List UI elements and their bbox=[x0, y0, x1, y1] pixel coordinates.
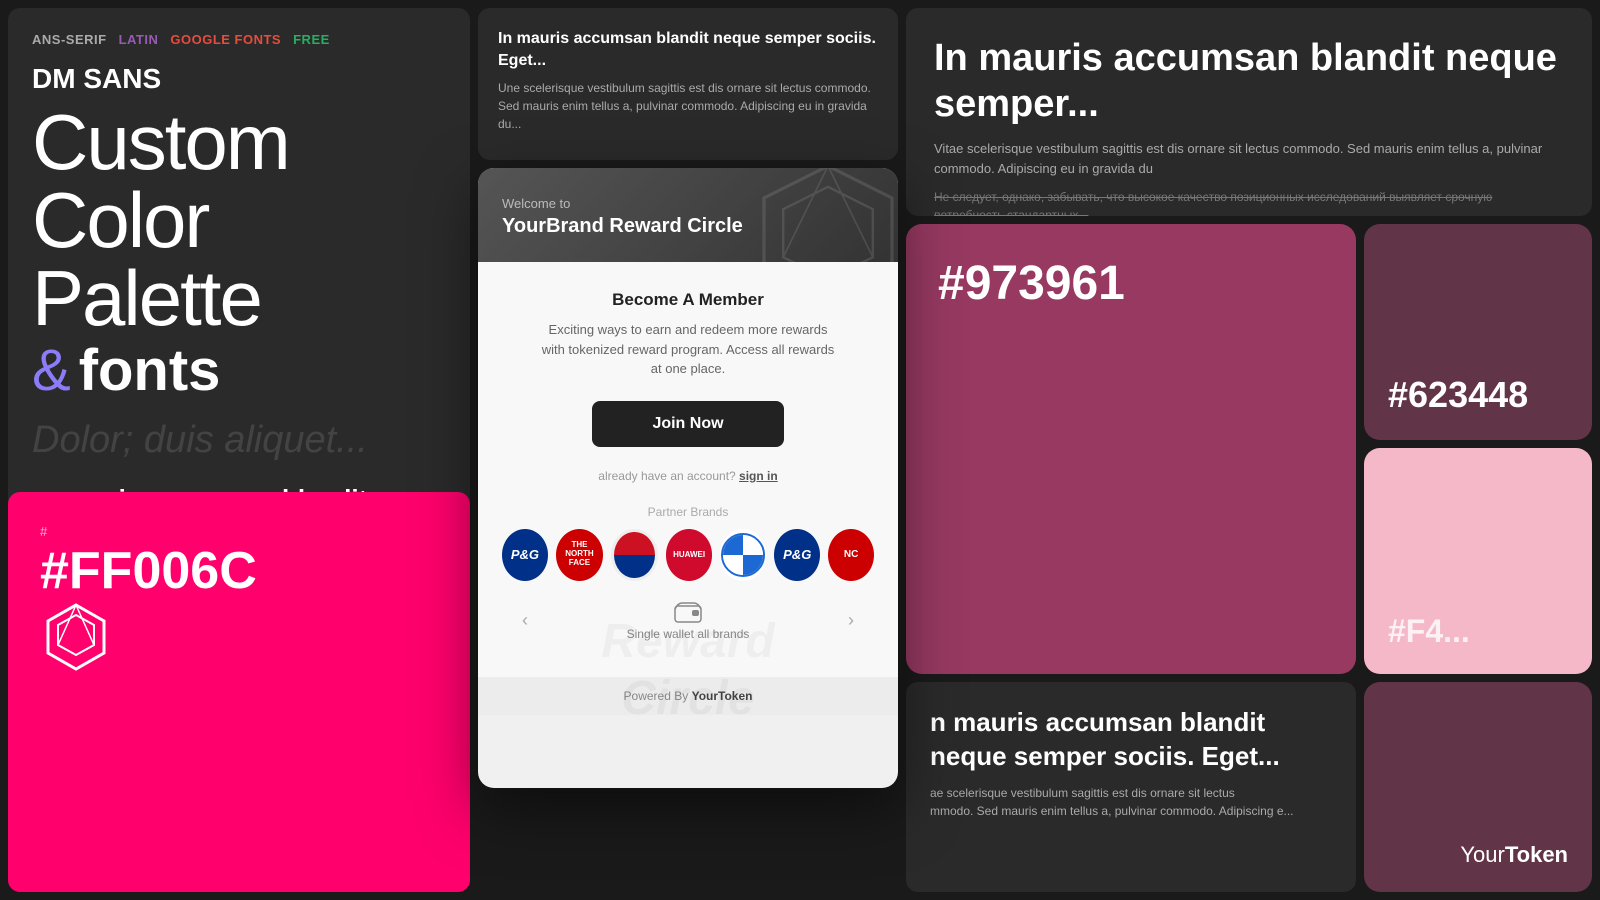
fonts-label: fonts bbox=[79, 338, 221, 403]
color-973-label: #973961 bbox=[938, 256, 1324, 311]
tag-google: GOOGLE FONTS bbox=[170, 32, 281, 47]
color-623-label: #623448 bbox=[1388, 374, 1568, 416]
sub-heading: &fonts bbox=[32, 337, 446, 404]
tag-latin: LATIN bbox=[119, 32, 159, 47]
tag-sans: ANS-SERIF bbox=[32, 32, 107, 47]
modal-subtitle: Become A Member bbox=[502, 290, 874, 310]
center-top-panel: In mauris accumsan blandit neque semper … bbox=[478, 8, 898, 160]
partner-logos-row: P&G THE NORTH FACE HUAWEI P&G NC bbox=[502, 529, 874, 581]
logo-pepsi bbox=[611, 529, 658, 581]
pink-color-panel: # #FF006C bbox=[8, 492, 470, 892]
sign-in-link[interactable]: sign in bbox=[739, 469, 778, 483]
logo-bmw bbox=[720, 529, 766, 581]
font-tags: ANS-SERIF LATIN GOOGLE FONTS FREE bbox=[32, 32, 446, 47]
bottom-right-heading: n mauris accumsan blandit neque semper s… bbox=[930, 706, 1332, 774]
yourtoken-text: YourToken bbox=[1388, 842, 1568, 868]
pink-hash: # bbox=[40, 524, 438, 539]
modal-header: Welcome to YourBrand Reward Circle bbox=[478, 168, 898, 262]
right-body: Vitae scelerisque vestibulum sagittis es… bbox=[934, 139, 1564, 178]
logo-tnf: THE NORTH FACE bbox=[556, 529, 603, 581]
font-name: DM SANS bbox=[32, 63, 446, 95]
prev-arrow[interactable]: ‹ bbox=[522, 610, 528, 631]
join-now-button[interactable]: Join Now bbox=[592, 401, 783, 447]
color-panel-973: #973961 bbox=[906, 224, 1356, 674]
right-strikethrough: Не следует, однако, забывать, что высоко… bbox=[934, 188, 1564, 216]
modal-footer: Powered By YourToken bbox=[478, 677, 898, 715]
color-panel-623: #623448 bbox=[1364, 224, 1592, 440]
color-f4-label: #F4... bbox=[1388, 613, 1568, 650]
footer-brand: YourToken bbox=[692, 689, 753, 703]
wallet-info: Single wallet all brands bbox=[627, 601, 750, 641]
wallet-section: ‹ Single wallet all brands › bbox=[502, 601, 874, 641]
bottom-right-body: ae scelerisque vestibulum sagittis est d… bbox=[930, 784, 1332, 820]
yourtoken-panel: YourToken bbox=[1364, 682, 1592, 892]
logo-huawei: HUAWEI bbox=[666, 529, 713, 581]
tag-free: FREE bbox=[293, 32, 330, 47]
logo-nc: NC bbox=[828, 529, 874, 581]
pink-hex-label: #FF006C bbox=[40, 541, 438, 601]
right-heading: In mauris accumsan blandit neque semper.… bbox=[934, 36, 1564, 127]
sample-text: Dolor; duis aliquet... bbox=[32, 420, 446, 462]
token-logo bbox=[40, 601, 438, 678]
modal-description: Exciting ways to earn and redeem more re… bbox=[538, 320, 838, 379]
wallet-text: Single wallet all brands bbox=[627, 627, 750, 641]
partner-label: Partner Brands bbox=[502, 505, 874, 519]
main-heading: Custom Color Palette bbox=[32, 103, 446, 337]
center-article-body: Une scelerisque vestibulum sagittis est … bbox=[498, 79, 878, 133]
bottom-right-text-panel: n mauris accumsan blandit neque semper s… bbox=[906, 682, 1356, 892]
logo-pg: P&G bbox=[502, 529, 548, 581]
color-panel-f4: #F4... bbox=[1364, 448, 1592, 674]
next-arrow[interactable]: › bbox=[848, 610, 854, 631]
ampersand: & bbox=[32, 338, 71, 403]
right-top-panel: In mauris accumsan blandit neque semper.… bbox=[906, 8, 1592, 216]
modal-body: RewardCircle Become A Member Exciting wa… bbox=[478, 262, 898, 677]
center-article-title: In mauris accumsan blandit neque semper … bbox=[498, 28, 878, 73]
logo-pg2: P&G bbox=[774, 529, 820, 581]
reward-modal: Welcome to YourBrand Reward Circle Rewar… bbox=[478, 168, 898, 788]
sign-in-prompt: already have an account? sign in bbox=[502, 469, 874, 483]
